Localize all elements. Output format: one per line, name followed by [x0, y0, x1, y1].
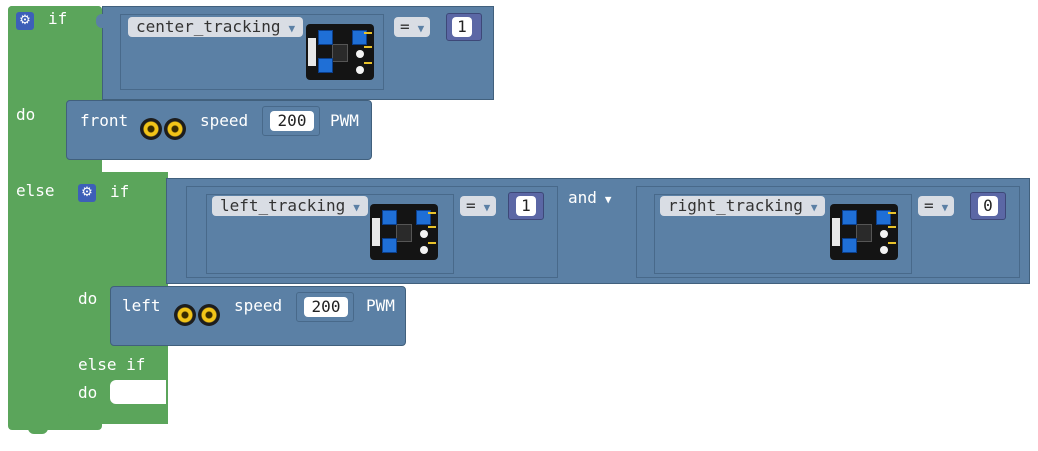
motor-wheel-icon	[198, 304, 220, 326]
front-speed-label: speed	[200, 111, 249, 130]
chevron-down-icon: ▼	[483, 201, 491, 214]
inner-if-gear-icon[interactable]: ⚙	[78, 184, 96, 202]
left-value-field[interactable]: 1	[516, 196, 536, 216]
left-operator-label: =	[466, 196, 476, 215]
outer-condition-tab	[96, 14, 104, 28]
else-if-statement-slot[interactable]	[110, 380, 166, 404]
chevron-down-icon: ▼	[288, 22, 296, 35]
inner-if-label: if	[110, 182, 130, 201]
outer-operator-dropdown[interactable]: = ▼	[394, 17, 431, 37]
left-operator-dropdown[interactable]: = ▼	[460, 196, 497, 216]
center-tracking-label: center_tracking	[136, 17, 281, 36]
right-tracking-dropdown[interactable]: right_tracking ▼	[660, 196, 826, 216]
outer-if-label: if	[48, 9, 68, 28]
front-direction-label: front	[80, 111, 129, 130]
inner-do-label: do	[78, 289, 98, 308]
outer-do-label: do	[16, 105, 36, 124]
motor-wheel-icon	[140, 118, 162, 140]
left-unit-label: PWM	[366, 296, 395, 315]
chevron-down-icon: ▼	[604, 193, 612, 206]
chevron-down-icon: ▼	[417, 22, 425, 35]
and-operator-label: and	[568, 188, 597, 207]
center-tracking-sensor-icon	[306, 24, 374, 80]
inner-else-if-label: else if	[78, 355, 146, 374]
front-unit-label: PWM	[330, 111, 359, 130]
motor-wheel-icon	[174, 304, 196, 326]
outer-operator-label: =	[400, 17, 410, 36]
left-speed-label: speed	[234, 296, 283, 315]
left-tracking-dropdown[interactable]: left_tracking ▼	[212, 196, 368, 216]
right-operator-dropdown[interactable]: = ▼	[918, 196, 955, 216]
and-operator-dropdown[interactable]: and ▼	[564, 188, 616, 208]
motor-wheel-icon	[164, 118, 186, 140]
left-speed-field[interactable]: 200	[304, 297, 348, 317]
right-tracking-label: right_tracking	[668, 196, 803, 215]
right-value-field[interactable]: 0	[978, 196, 998, 216]
left-tracking-sensor-icon	[370, 204, 438, 260]
center-tracking-dropdown[interactable]: center_tracking ▼	[128, 17, 304, 37]
front-motor-block[interactable]	[66, 100, 372, 160]
outer-bottom-tab	[28, 424, 48, 434]
outer-value-field[interactable]: 1	[452, 17, 472, 37]
front-speed-field[interactable]: 200	[270, 111, 314, 131]
outer-else-label: else	[16, 181, 55, 200]
chevron-down-icon: ▼	[810, 201, 818, 214]
inner-do2-label: do	[78, 383, 98, 402]
left-tracking-label: left_tracking	[220, 196, 346, 215]
chevron-down-icon: ▼	[941, 201, 949, 214]
right-operator-label: =	[924, 196, 934, 215]
chevron-down-icon: ▼	[353, 201, 360, 214]
right-tracking-sensor-icon	[830, 204, 898, 260]
left-motor-block[interactable]	[110, 286, 406, 346]
left-direction-label: left	[122, 296, 161, 315]
outer-if-gear-icon[interactable]: ⚙	[16, 12, 34, 30]
